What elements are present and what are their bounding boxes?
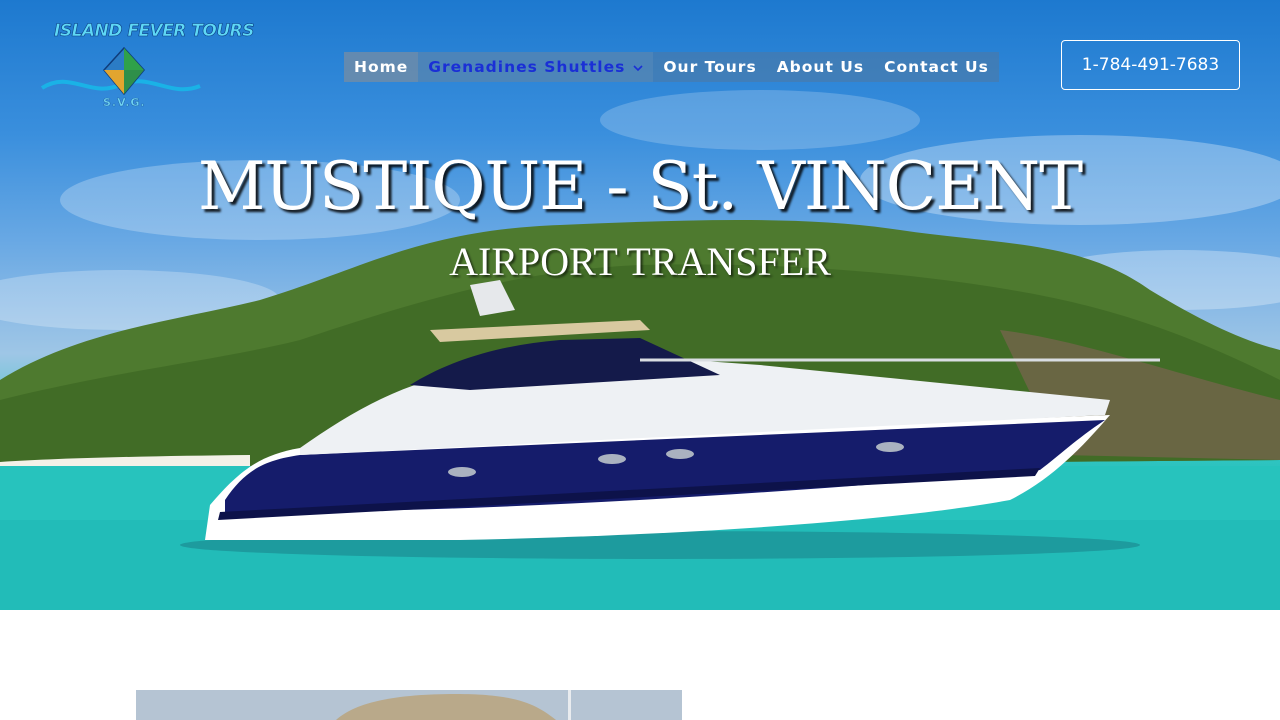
nav-item-our-tours[interactable]: Our Tours: [653, 52, 766, 82]
page: ISLAND FEVER TOURS S.V.G. Home Grenadine…: [0, 0, 1280, 720]
nav-item-grenadines-shuttles[interactable]: Grenadines Shuttles: [418, 52, 654, 82]
logo-text: ISLAND FEVER TOURS: [54, 21, 255, 42]
hero-banner: ISLAND FEVER TOURS S.V.G. Home Grenadine…: [0, 0, 1280, 610]
nav-item-contact-us[interactable]: Contact Us: [874, 52, 999, 82]
nav-item-label: Contact Us: [884, 58, 989, 76]
nav-item-about-us[interactable]: About Us: [767, 52, 874, 82]
content-image: [136, 690, 682, 720]
logo-subtext: S.V.G.: [103, 96, 146, 109]
logo-emblem-icon: [40, 46, 201, 96]
nav-item-label: Our Tours: [663, 58, 757, 76]
content-photo: [136, 690, 682, 720]
main-nav: Home Grenadines Shuttles Our Tours About…: [344, 52, 999, 82]
logo[interactable]: ISLAND FEVER TOURS S.V.G.: [40, 18, 255, 114]
nav-item-home[interactable]: Home: [344, 52, 419, 82]
nav-item-label: Home: [354, 58, 409, 76]
hero-subtitle: AIRPORT TRANSFER: [449, 239, 831, 284]
hero-title: MUSTIQUE - St. VINCENT: [197, 148, 1083, 225]
phone-button[interactable]: 1-784-491-7683: [1061, 40, 1240, 90]
nav-item-label: Grenadines Shuttles: [428, 58, 626, 76]
chevron-down-icon: [633, 58, 643, 76]
nav-item-label: About Us: [776, 58, 865, 76]
